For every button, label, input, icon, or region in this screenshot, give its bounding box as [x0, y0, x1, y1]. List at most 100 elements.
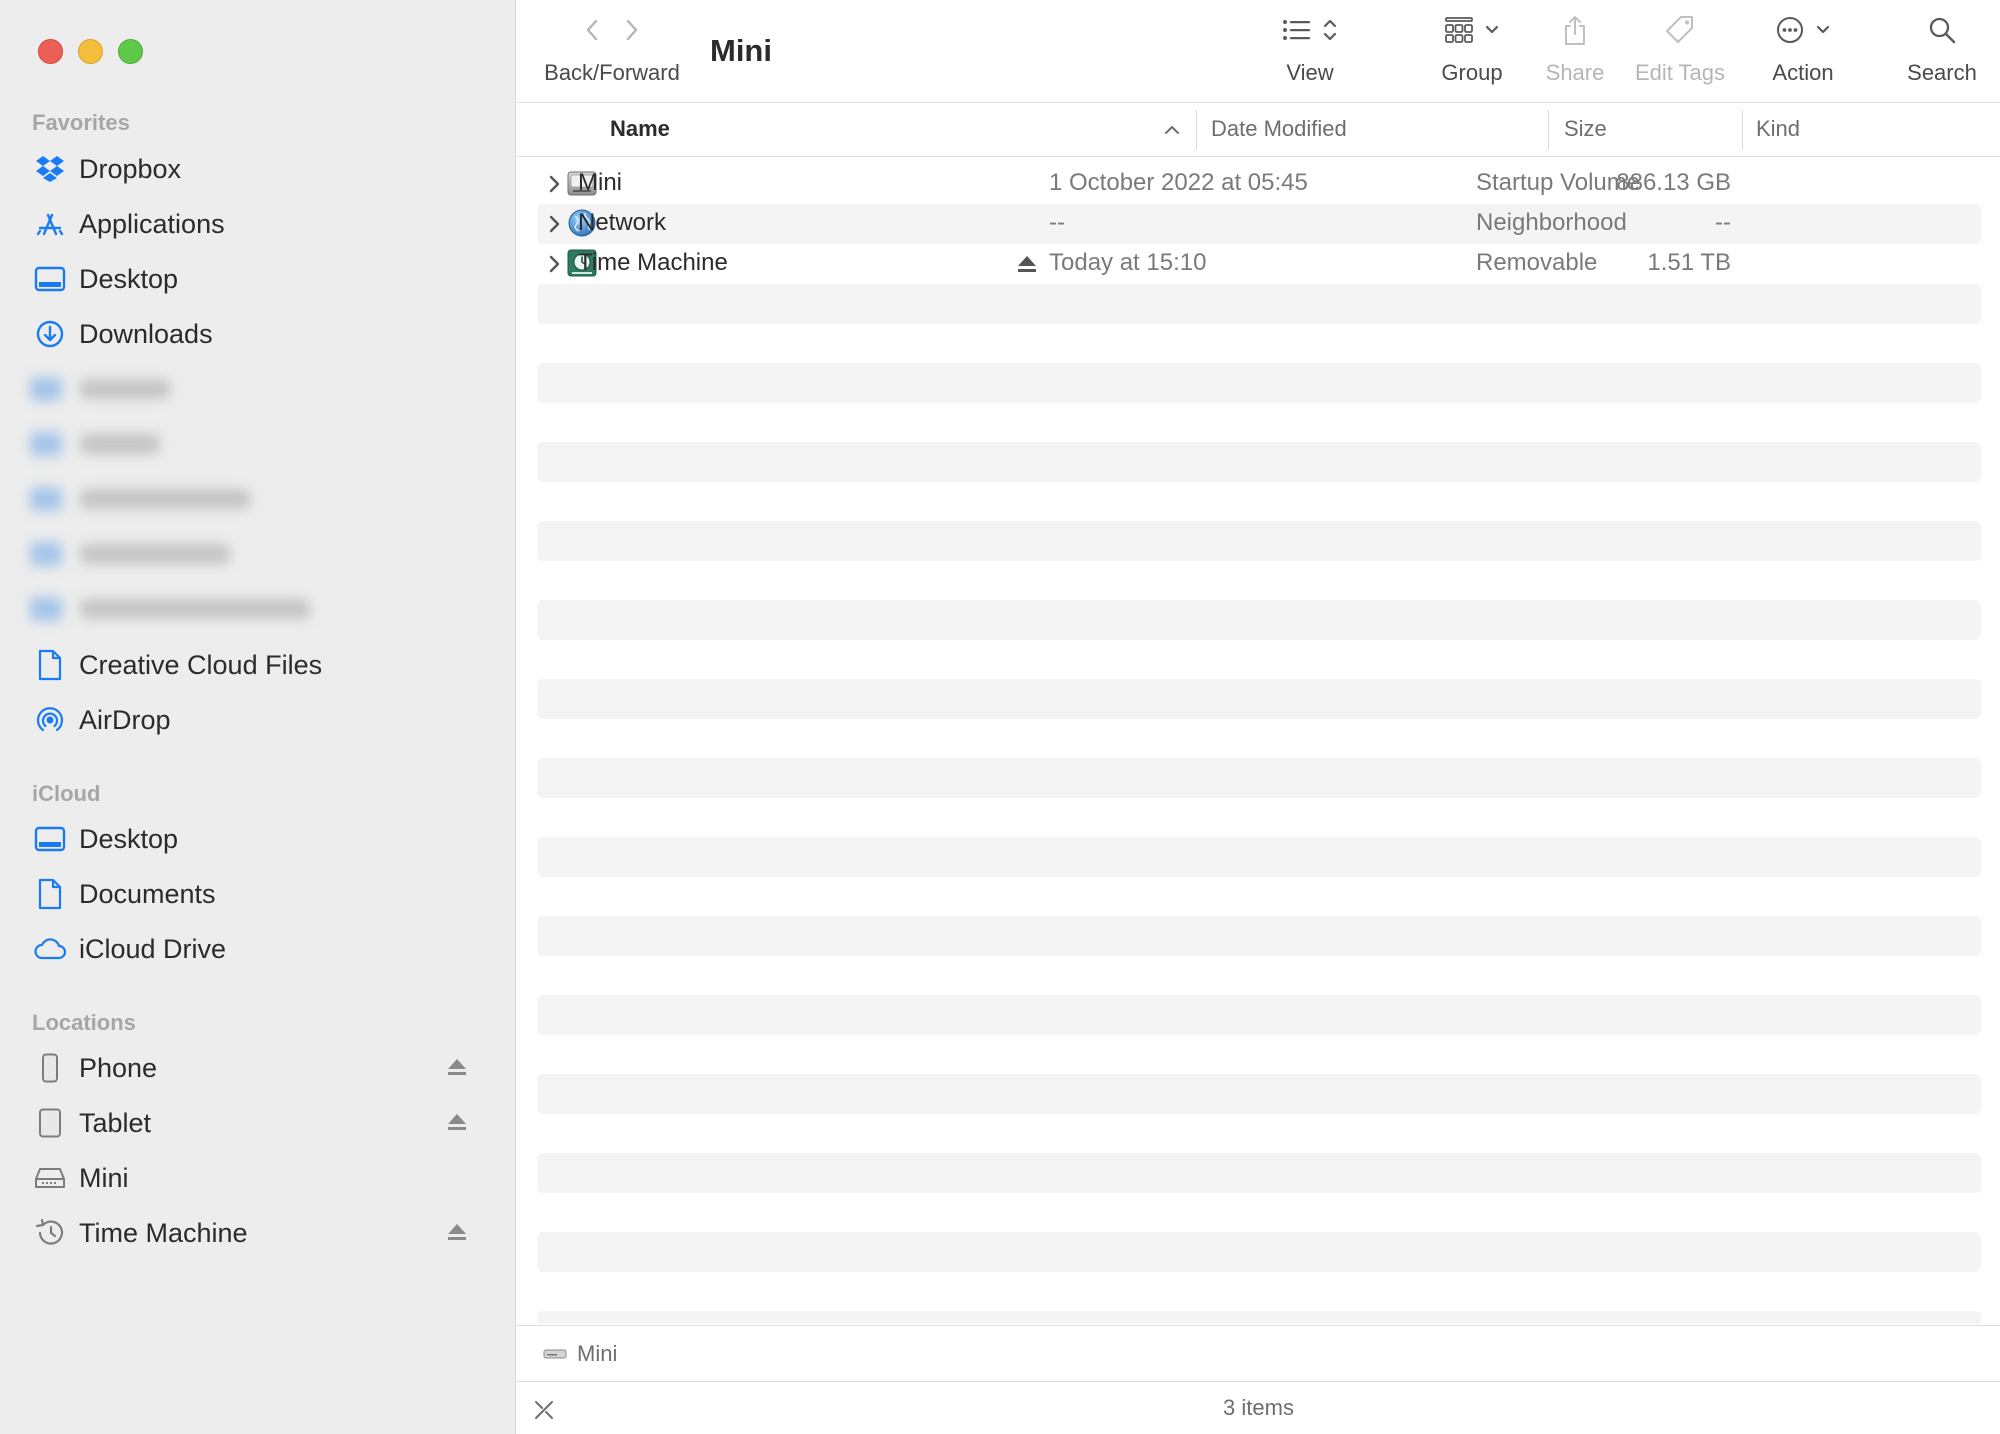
sidebar-item-blurred[interactable]	[30, 592, 310, 626]
eject-icon[interactable]	[446, 1111, 468, 1133]
edit-tags-button[interactable]: Edit Tags	[1610, 0, 1750, 103]
phone-icon	[30, 1048, 70, 1088]
eject-icon[interactable]	[1016, 253, 1038, 275]
tablet-icon	[30, 1103, 70, 1143]
sidebar-item-time-machine[interactable]: Time Machine	[30, 1208, 490, 1258]
group-button[interactable]: Group	[1422, 0, 1522, 103]
group-label: Group	[1441, 60, 1503, 85]
applications-icon	[30, 204, 70, 244]
sidebar-item-phone[interactable]: Phone	[30, 1043, 490, 1093]
row-date-modified: Today at 15:10	[1049, 249, 1207, 276]
sidebar-item-label: Time Machine	[79, 1217, 248, 1248]
favorites-header: Favorites	[32, 110, 130, 135]
edit-tags-label: Edit Tags	[1634, 60, 1726, 85]
empty-row	[537, 679, 1981, 719]
window-title: Mini	[710, 33, 772, 68]
empty-row	[537, 521, 1981, 561]
document-icon	[30, 874, 70, 914]
share-icon	[1565, 16, 1585, 45]
time-machine-icon	[30, 1213, 70, 1253]
chevron-right-icon[interactable]	[617, 15, 647, 45]
dropbox-icon	[30, 149, 70, 189]
column-header-size[interactable]: Size	[1564, 116, 1607, 142]
empty-row	[537, 600, 1981, 640]
row-size: 1.51 TB	[1647, 249, 1731, 276]
sidebar-item-label: AirDrop	[79, 704, 171, 735]
view-button[interactable]: View	[1260, 0, 1360, 103]
sidebar-item-downloads[interactable]: Downloads	[30, 309, 490, 359]
sidebar-item-label: Mini	[79, 1162, 129, 1193]
document-icon	[30, 645, 70, 685]
sidebar-item-tablet[interactable]: Tablet	[30, 1098, 490, 1148]
eject-icon[interactable]	[446, 1221, 468, 1243]
column-header-name[interactable]: Name	[610, 116, 670, 142]
path-bar: Mini	[517, 1325, 2000, 1381]
back-forward-label: Back/Forward	[544, 60, 680, 85]
sidebar-item-label: Dropbox	[79, 153, 182, 184]
back-forward-control[interactable]: Back/Forward	[541, 0, 683, 103]
empty-row	[537, 284, 1981, 324]
sidebar-item-label: iCloud Drive	[79, 933, 227, 964]
sidebar-item-icloud-drive[interactable]: iCloud Drive	[30, 924, 490, 974]
sidebar-item-creative-cloud-files[interactable]: Creative Cloud Files	[30, 640, 490, 690]
eject-icon[interactable]	[446, 1056, 468, 1078]
minimize-window-button[interactable]	[78, 39, 103, 64]
ellipsis-circle-icon	[1777, 17, 1803, 43]
row-kind: Removable	[1476, 249, 1598, 276]
sort-ascending-icon[interactable]	[1162, 120, 1182, 140]
table-row[interactable]: Time Machine Today at 15:10 1.51 TB Remo…	[537, 244, 1981, 284]
close-window-button[interactable]	[38, 39, 63, 64]
empty-row	[537, 1074, 1981, 1114]
locations-header: Locations	[32, 1010, 136, 1035]
sidebar-item-blurred[interactable]	[30, 372, 170, 406]
empty-row	[537, 916, 1981, 956]
row-date-modified: 1 October 2022 at 05:45	[1049, 169, 1308, 196]
sidebar-item-dropbox[interactable]: Dropbox	[30, 144, 490, 194]
disclosure-chevron-icon[interactable]	[543, 172, 565, 196]
disclosure-chevron-icon[interactable]	[543, 212, 565, 236]
empty-row	[537, 1311, 1981, 1324]
search-button[interactable]: Search	[1892, 0, 1992, 103]
sidebar-item-label: Tablet	[79, 1107, 152, 1138]
up-down-chevron-icon	[1323, 19, 1337, 41]
sidebar-item-blurred[interactable]	[30, 537, 230, 571]
view-label: View	[1286, 60, 1334, 85]
sidebar-item-blurred[interactable]	[30, 427, 160, 461]
row-kind: Startup Volume	[1476, 169, 1641, 196]
column-divider[interactable]	[1196, 110, 1197, 150]
row-name: Time Machine	[578, 249, 728, 276]
action-button[interactable]: Action	[1741, 0, 1865, 103]
sidebar-item-icloud-desktop[interactable]: Desktop	[30, 814, 490, 864]
sidebar-item-label: Creative Cloud Files	[79, 649, 323, 680]
status-bar: 3 items	[517, 1381, 2000, 1434]
empty-row	[537, 837, 1981, 877]
sidebar-item-desktop[interactable]: Desktop	[30, 254, 490, 304]
sidebar-item-applications[interactable]: Applications	[30, 199, 490, 249]
hard-drive-icon	[30, 1158, 70, 1198]
row-date-modified: --	[1049, 209, 1065, 236]
column-header-date-modified[interactable]: Date Modified	[1211, 116, 1347, 142]
sidebar-item-label: Desktop	[79, 823, 179, 854]
column-divider[interactable]	[1742, 110, 1743, 150]
desktop-icon	[30, 259, 70, 299]
zoom-window-button[interactable]	[118, 39, 143, 64]
table-row[interactable]: Network -- -- Neighborhood	[537, 204, 1981, 244]
share-label: Share	[1545, 60, 1605, 85]
empty-row	[537, 758, 1981, 798]
column-header-kind[interactable]: Kind	[1756, 116, 1800, 142]
row-name: Network	[578, 209, 667, 236]
sidebar-item-documents[interactable]: Documents	[30, 869, 490, 919]
sidebar-item-label: Downloads	[79, 318, 213, 349]
sidebar-item-mini[interactable]: Mini	[30, 1153, 490, 1203]
chevron-left-icon[interactable]	[577, 15, 607, 45]
sidebar-item-blurred[interactable]	[30, 482, 250, 516]
sidebar-item-label: Documents	[79, 878, 216, 909]
toolbar: Back/Forward Mini View Group Share Edit …	[517, 0, 2000, 103]
list-view-icon	[1283, 20, 1310, 40]
chevron-down-icon	[1485, 25, 1499, 34]
disclosure-chevron-icon[interactable]	[543, 252, 565, 276]
column-divider[interactable]	[1548, 110, 1549, 150]
path-bar-item[interactable]: Mini	[577, 1341, 617, 1367]
table-row[interactable]: Mini 1 October 2022 at 05:45 886.13 GB S…	[537, 164, 1981, 204]
sidebar-item-airdrop[interactable]: AirDrop	[30, 695, 490, 745]
